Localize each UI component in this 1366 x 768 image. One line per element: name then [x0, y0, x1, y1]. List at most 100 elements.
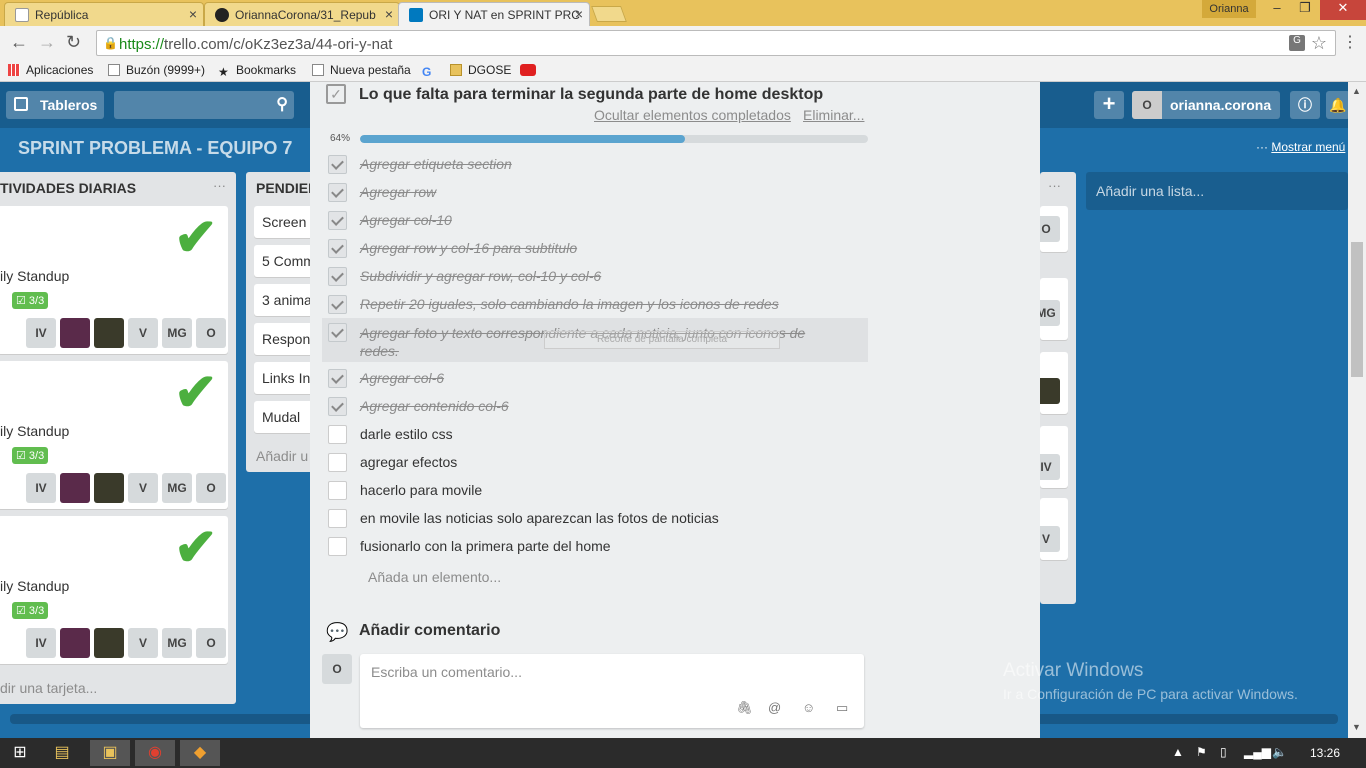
new-tab-button[interactable]: [591, 6, 627, 22]
delete-checklist-link[interactable]: Eliminar...: [803, 107, 864, 123]
bookmark-new-tab[interactable]: Nueva pestaña: [312, 63, 411, 77]
bell-icon[interactable]: 🔔: [1326, 91, 1350, 119]
member-avatar[interactable]: [94, 473, 124, 503]
card-link-icon[interactable]: ▭: [836, 700, 848, 716]
member-avatar[interactable]: V: [128, 628, 158, 658]
card[interactable]: V: [1032, 498, 1068, 560]
card[interactable]: [1032, 352, 1068, 414]
app-icon[interactable]: ▣: [90, 740, 130, 766]
member-avatar[interactable]: [60, 628, 90, 658]
add-card-link[interactable]: dir una tarjeta...: [0, 680, 97, 696]
board-title[interactable]: SPRINT PROBLEMA - EQUIPO 7: [18, 138, 292, 159]
add-icon[interactable]: +: [1094, 91, 1124, 119]
item-checkbox[interactable]: [328, 239, 347, 258]
card[interactable]: MG: [1032, 278, 1068, 340]
checklist-item[interactable]: Agregar contenido col-6: [328, 396, 868, 424]
minimize-icon[interactable]: –: [1262, 0, 1292, 20]
comment-input[interactable]: Escriba un comentario... 🖇 @ ☺ ▭: [360, 654, 864, 728]
card[interactable]: Respon: [254, 323, 318, 355]
attach-icon[interactable]: 🖇: [736, 700, 753, 716]
list-title[interactable]: TIVIDADES DIARIAS: [0, 180, 136, 196]
battery-icon[interactable]: ▯: [1220, 745, 1227, 759]
bookmark-google[interactable]: G: [422, 63, 440, 79]
list-title[interactable]: PENDIEN: [256, 180, 318, 196]
close-tab-icon[interactable]: ×: [575, 6, 583, 22]
member-avatar[interactable]: O: [196, 628, 226, 658]
item-text[interactable]: en movile las noticias solo aparezcan la…: [360, 510, 719, 526]
item-text[interactable]: Agregar col-6: [360, 370, 444, 386]
checklist-item[interactable]: Agregar etiqueta section: [328, 154, 868, 182]
card[interactable]: 3 anima: [254, 284, 318, 316]
item-checkbox[interactable]: [328, 425, 347, 444]
checklist-item[interactable]: Agregar row: [328, 182, 868, 210]
member-avatar[interactable]: [60, 473, 90, 503]
item-checkbox[interactable]: [328, 509, 347, 528]
member-avatar[interactable]: V: [128, 318, 158, 348]
item-checkbox[interactable]: [328, 295, 347, 314]
list-menu-icon[interactable]: ···: [1048, 178, 1061, 193]
chrome-menu-icon[interactable]: ⋮: [1342, 32, 1358, 52]
flag-icon[interactable]: ⚑: [1196, 745, 1207, 759]
checklist-item[interactable]: en movile las noticias solo aparezcan la…: [328, 508, 868, 536]
browser-tab-trello[interactable]: ORI Y NAT en SPRINT PRC ×: [398, 2, 590, 26]
checklist-item[interactable]: fusionarlo con la primera parte del home: [328, 536, 868, 564]
bookmark-bookmarks[interactable]: ★ Bookmarks: [218, 63, 296, 79]
item-text[interactable]: Agregar row: [360, 184, 436, 200]
checklist-item[interactable]: Agregar row y col-16 para subtitulo: [328, 238, 868, 266]
back-icon[interactable]: ←: [10, 32, 28, 53]
item-text[interactable]: Repetir 20 iguales, solo cambiando la im…: [360, 296, 779, 312]
checklist-item[interactable]: hacerlo para movile: [328, 480, 868, 508]
card[interactable]: ✔ ily Standup ☑ 3/3 IV V MG O: [0, 206, 228, 354]
list-menu-icon[interactable]: ···: [213, 178, 226, 193]
member-avatar[interactable]: IV: [26, 318, 56, 348]
member-avatar[interactable]: IV: [26, 473, 56, 503]
chrome-icon[interactable]: ◉: [135, 740, 175, 766]
item-checkbox[interactable]: [328, 155, 347, 174]
item-checkbox[interactable]: [328, 537, 347, 556]
checklist-item[interactable]: Agregar col-6: [328, 368, 868, 396]
item-text[interactable]: Agregar row y col-16 para subtitulo: [360, 240, 577, 256]
scrollbar-thumb[interactable]: [1351, 242, 1363, 377]
item-checkbox[interactable]: [328, 267, 347, 286]
card[interactable]: O: [1032, 206, 1068, 252]
member-avatar[interactable]: V: [128, 473, 158, 503]
browser-tab-republica[interactable]: República ×: [4, 2, 204, 26]
member-avatar[interactable]: MG: [162, 628, 192, 658]
snip-tool-overlay[interactable]: Recorte de pantalla completa: [544, 331, 780, 349]
app-icon[interactable]: ◆: [180, 740, 220, 766]
emoji-icon[interactable]: ☺: [802, 700, 815, 715]
volume-icon[interactable]: 🔈: [1272, 745, 1287, 759]
item-text[interactable]: Subdividir y agregar row, col-10 y col-6: [360, 268, 601, 284]
translate-icon[interactable]: G: [1289, 35, 1305, 51]
windows-start-icon[interactable]: ⊞: [0, 740, 40, 766]
address-bar[interactable]: 🔒 https://trello.com/c/oKz3ez3a/44-ori-y…: [96, 30, 1336, 56]
member-avatar[interactable]: O: [196, 318, 226, 348]
card[interactable]: Screen: [254, 206, 318, 238]
file-explorer-icon[interactable]: ▤: [42, 740, 82, 766]
clock[interactable]: 13:26: [1310, 746, 1340, 760]
scroll-down-icon[interactable]: ▼: [1352, 722, 1361, 732]
item-text[interactable]: hacerlo para movile: [360, 482, 482, 498]
network-icon[interactable]: ▂▄▆: [1244, 745, 1271, 759]
item-checkbox[interactable]: [328, 453, 347, 472]
item-text[interactable]: Agregar col-10: [360, 212, 452, 228]
avatar[interactable]: O: [322, 654, 352, 684]
add-list-button[interactable]: Añadir una lista...: [1086, 172, 1348, 210]
close-tab-icon[interactable]: ×: [189, 6, 197, 22]
profile-name[interactable]: Orianna: [1202, 0, 1256, 18]
item-checkbox[interactable]: [328, 481, 347, 500]
page-vertical-scrollbar[interactable]: ▲ ▼: [1348, 82, 1366, 738]
info-icon[interactable]: ⓘ: [1290, 91, 1320, 119]
checklist-item[interactable]: agregar efectos: [328, 452, 868, 480]
card[interactable]: Links In: [254, 362, 318, 394]
member-avatar[interactable]: [94, 628, 124, 658]
member-avatar[interactable]: MG: [162, 473, 192, 503]
forward-icon[interactable]: →: [38, 32, 56, 53]
card[interactable]: IV: [1032, 426, 1068, 488]
card[interactable]: ✔ ily Standup ☑ 3/3 IV V MG O: [0, 361, 228, 509]
user-menu-button[interactable]: O orianna.corona: [1132, 91, 1280, 119]
item-text[interactable]: darle estilo css: [360, 426, 453, 442]
item-checkbox[interactable]: [328, 323, 347, 342]
board-search-input[interactable]: ⚲: [114, 91, 294, 119]
close-window-icon[interactable]: ✕: [1320, 0, 1366, 20]
